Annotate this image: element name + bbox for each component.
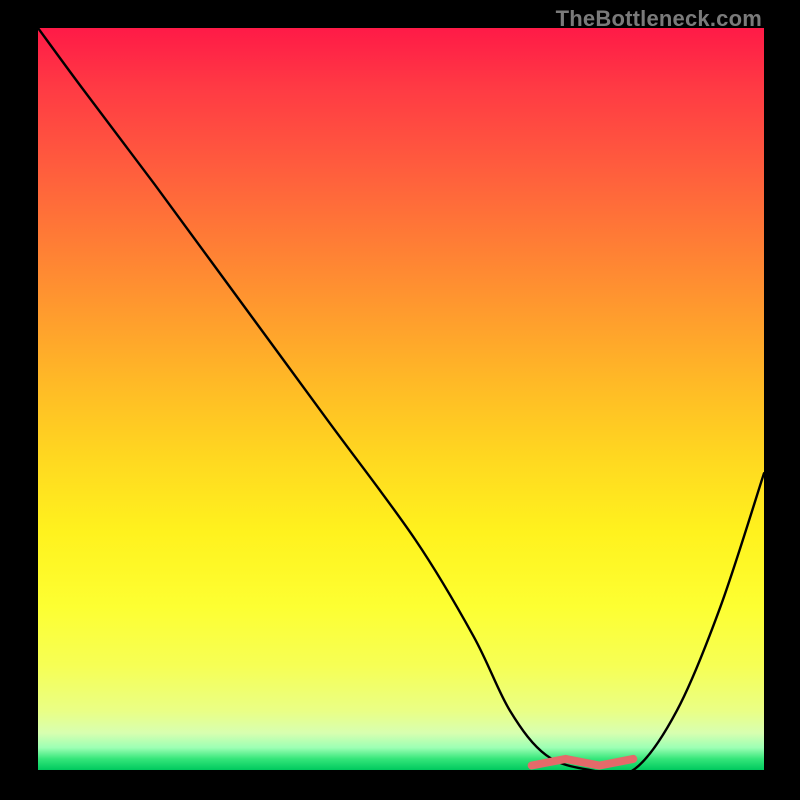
gradient-plot-area xyxy=(38,28,764,770)
trough-highlight xyxy=(532,759,634,766)
bottleneck-curve xyxy=(38,28,764,770)
chart-frame: TheBottleneck.com xyxy=(0,0,800,800)
curve-line xyxy=(38,28,764,770)
